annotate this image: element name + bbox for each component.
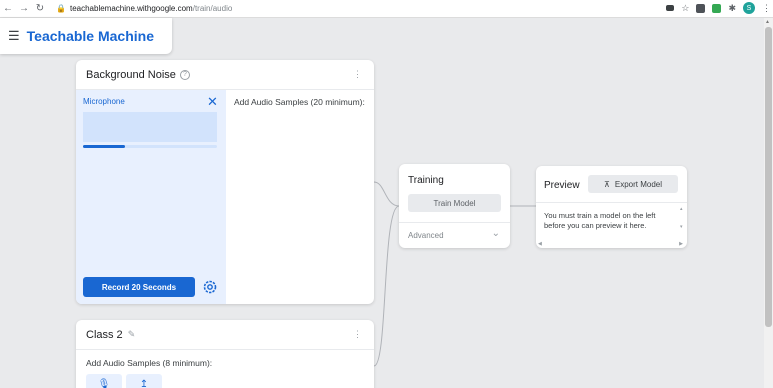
upload-button[interactable]: ↥: [126, 374, 162, 388]
address-bar[interactable]: teachablemachine.withgoogle.com/train/au…: [70, 4, 232, 13]
add-samples-label: Add Audio Samples (8 minimum):: [86, 358, 213, 368]
scrollbar-thumb[interactable]: [765, 27, 772, 327]
recording-progress-bar: [83, 145, 217, 148]
app-title: Teachable Machine: [26, 28, 154, 44]
back-arrow-icon[interactable]: ←: [0, 3, 16, 14]
menu-icon[interactable]: ☰: [8, 28, 20, 44]
camera-icon[interactable]: [666, 5, 675, 11]
url-path: /train/audio: [192, 4, 233, 13]
recording-progress-fill: [83, 145, 125, 148]
class-card-class-2: Class 2 ✎ ⋮ Add Audio Samples (8 minimum…: [76, 320, 374, 388]
export-model-button[interactable]: ⊼ Export Model: [588, 175, 678, 193]
avatar[interactable]: S: [743, 2, 755, 14]
class-name[interactable]: Class 2: [86, 329, 123, 341]
class-card-header: Class 2 ✎ ⋮: [76, 320, 374, 350]
pencil-icon[interactable]: ✎: [128, 329, 136, 340]
help-icon[interactable]: ?: [179, 69, 190, 80]
export-icon: ⊼: [604, 179, 610, 189]
upload-icon: ↥: [139, 378, 149, 388]
app-header: ☰ Teachable Machine: [0, 18, 172, 54]
class-options-icon[interactable]: ⋮: [353, 329, 362, 340]
preview-message: You must train a model on the left befor…: [544, 211, 656, 230]
class-name[interactable]: Background Noise: [86, 69, 176, 81]
preview-horizontal-scrollbar[interactable]: ◀ ▶: [538, 241, 683, 247]
forward-arrow-icon[interactable]: →: [16, 3, 32, 14]
training-card: Training Train Model Advanced ⌄: [399, 164, 510, 248]
export-model-label: Export Model: [614, 179, 662, 189]
microphone-button[interactable]: 🎙: [86, 374, 122, 388]
browser-toolbar: ← → ↻ 🔒 teachablemachine.withgoogle.com/…: [0, 0, 773, 18]
divider: [399, 222, 510, 223]
add-samples-label: Add Audio Samples (20 minimum):: [234, 97, 365, 107]
url-host: teachablemachine.withgoogle.com: [69, 4, 193, 13]
train-model-button[interactable]: Train Model: [408, 194, 501, 212]
microphone-label: Microphone: [83, 97, 125, 106]
browser-menu-icon[interactable]: ⋮: [762, 3, 771, 14]
microphone-icon: 🎙: [97, 378, 111, 388]
record-button[interactable]: Record 20 Seconds: [83, 277, 195, 297]
advanced-toggle[interactable]: Advanced: [408, 231, 444, 240]
puzzle-icon[interactable]: ✱: [728, 3, 736, 14]
gear-icon[interactable]: [202, 279, 218, 295]
close-icon[interactable]: ✕: [207, 94, 218, 110]
extension-icon[interactable]: [696, 3, 706, 13]
class-card-header: Background Noise ? ⋮: [76, 60, 374, 90]
class-card-background-noise: Background Noise ? ⋮ Microphone ✕ Record…: [76, 60, 374, 304]
star-icon[interactable]: ☆: [681, 3, 689, 14]
divider: [536, 202, 687, 203]
microphone-panel: Microphone ✕ Record 20 Seconds: [76, 90, 226, 304]
lock-icon: 🔒: [56, 4, 66, 13]
class-options-icon[interactable]: ⋮: [353, 69, 362, 80]
scroll-up-icon[interactable]: ▲: [765, 19, 770, 25]
audio-waveform-area: [83, 112, 217, 142]
reload-icon[interactable]: ↻: [32, 3, 48, 14]
browser-actions: ☆ ✱ S ⋮: [666, 2, 771, 14]
chevron-down-icon[interactable]: ⌄: [492, 228, 500, 239]
page-scrollbar[interactable]: ▲: [764, 18, 773, 388]
training-title: Training: [408, 175, 444, 186]
preview-title: Preview: [544, 180, 580, 191]
extension-green-icon[interactable]: [712, 3, 722, 13]
preview-scrollbar[interactable]: ▴ ▾: [680, 206, 684, 236]
preview-card: Preview ⊼ Export Model You must train a …: [536, 166, 687, 248]
